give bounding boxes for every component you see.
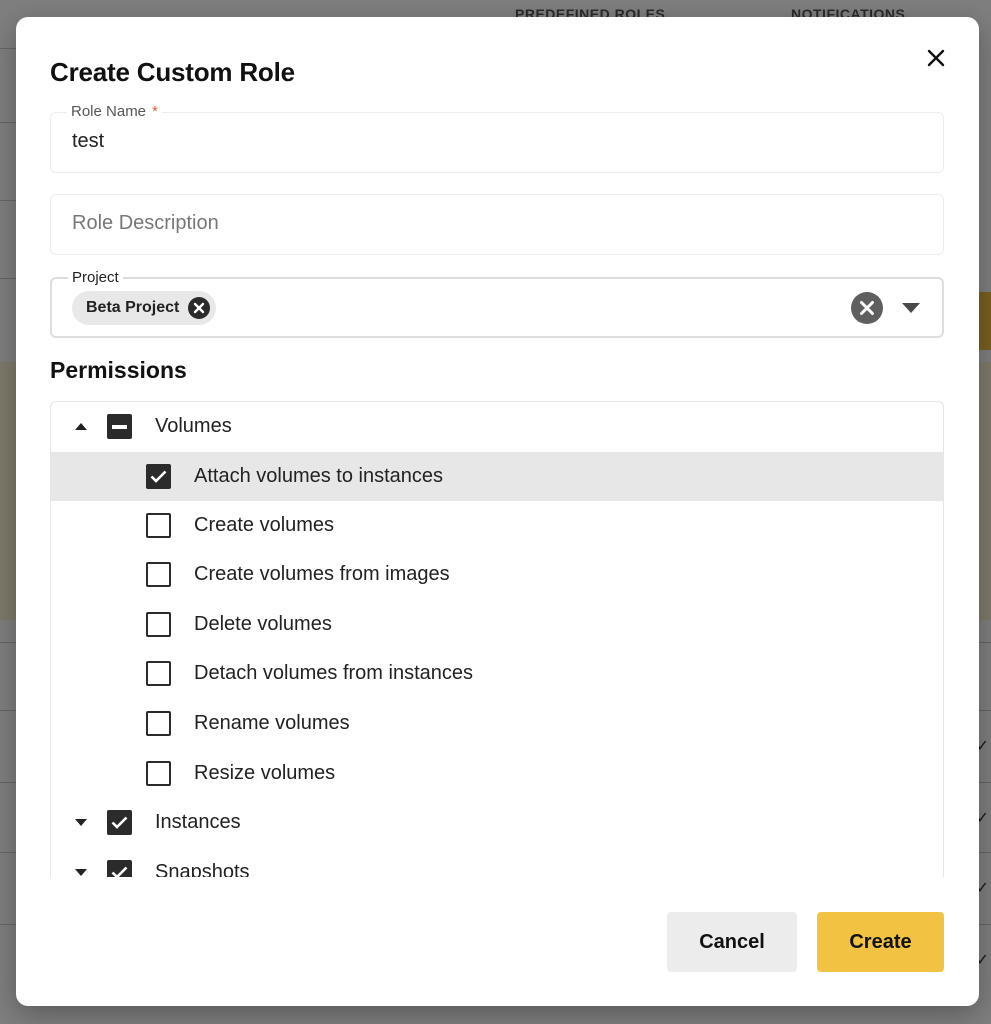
instances-group-checkbox[interactable]	[107, 810, 132, 835]
caret-down-icon	[902, 303, 920, 313]
permission-checkbox[interactable]	[146, 711, 171, 736]
project-select[interactable]: Project Beta Project	[50, 269, 944, 338]
permission-checkbox[interactable]	[146, 661, 171, 686]
cancel-button[interactable]: Cancel	[667, 912, 797, 972]
permission-checkbox[interactable]	[146, 612, 171, 637]
tree-group-instances[interactable]: Instances	[51, 798, 943, 847]
permission-checkbox[interactable]	[146, 513, 171, 538]
role-name-input[interactable]: test	[72, 130, 104, 153]
expand-toggle[interactable]	[73, 865, 89, 878]
tree-item[interactable]: Attach volumes to instances	[51, 452, 943, 501]
caret-up-icon	[75, 423, 87, 430]
clear-selection-button[interactable]	[850, 291, 884, 325]
permission-checkbox[interactable]	[146, 464, 171, 489]
tree-group-volumes[interactable]: Volumes	[51, 402, 943, 451]
permission-checkbox[interactable]	[146, 562, 171, 587]
tree-item-label: Delete volumes	[194, 613, 332, 635]
tree-item-label: Resize volumes	[194, 762, 336, 784]
create-button[interactable]: Create	[817, 912, 944, 972]
tree-item-label: Attach volumes to instances	[194, 465, 444, 487]
role-name-label: Role Name *	[67, 103, 162, 120]
role-description-input[interactable]: Role Description	[72, 212, 219, 235]
project-chip: Beta Project	[72, 291, 217, 325]
permission-checkbox[interactable]	[146, 761, 171, 786]
caret-down-icon	[75, 819, 87, 826]
tree-item-label: Create volumes	[194, 514, 335, 536]
permissions-title: Permissions	[50, 357, 187, 383]
tree-item[interactable]: Resize volumes	[51, 749, 943, 798]
role-description-field[interactable]: Role Description	[50, 194, 944, 255]
minus-icon	[112, 424, 127, 429]
dialog-title: Create Custom Role	[50, 57, 295, 87]
close-icon	[927, 49, 945, 67]
snapshots-group-checkbox[interactable]	[107, 860, 132, 877]
role-name-label-text: Role Name	[71, 103, 147, 120]
chip-remove-button[interactable]	[187, 296, 211, 320]
expand-toggle[interactable]	[73, 815, 89, 831]
remove-circle-icon	[188, 297, 211, 319]
tree-item-label: Rename volumes	[194, 712, 350, 734]
clear-circle-icon	[851, 292, 883, 324]
tree-group-label: Instances	[155, 811, 241, 833]
permissions-tree: Volumes Attach volumes to instances Crea…	[50, 401, 944, 877]
dropdown-toggle-button[interactable]	[900, 299, 922, 317]
tree-item[interactable]: Rename volumes	[51, 699, 943, 748]
tree-item[interactable]: Create volumes from images	[51, 550, 943, 599]
create-custom-role-dialog: Create Custom Role Role Name * test Role …	[16, 17, 979, 1006]
project-chip-label: Beta Project	[86, 299, 180, 316]
tree-item-label: Create volumes from images	[194, 563, 450, 585]
tree-group-label: Snapshots	[155, 861, 250, 877]
checkmark-icon	[111, 816, 128, 829]
volumes-group-checkbox[interactable]	[107, 414, 132, 439]
collapse-toggle[interactable]	[73, 419, 89, 435]
tree-item[interactable]: Delete volumes	[51, 600, 943, 649]
role-name-field[interactable]: Role Name * test	[50, 103, 944, 173]
tree-item[interactable]: Create volumes	[51, 501, 943, 550]
tree-item-label: Detach volumes from instances	[194, 662, 474, 684]
checkmark-icon	[150, 470, 167, 483]
tree-group-snapshots[interactable]: Snapshots	[51, 848, 943, 877]
caret-down-icon	[75, 869, 87, 876]
tree-item[interactable]: Detach volumes from instances	[51, 649, 943, 698]
checkmark-icon	[111, 866, 128, 877]
project-label: Project	[68, 269, 123, 286]
required-mark: *	[152, 103, 158, 120]
close-button[interactable]	[923, 45, 949, 71]
tree-group-label: Volumes	[155, 415, 232, 437]
